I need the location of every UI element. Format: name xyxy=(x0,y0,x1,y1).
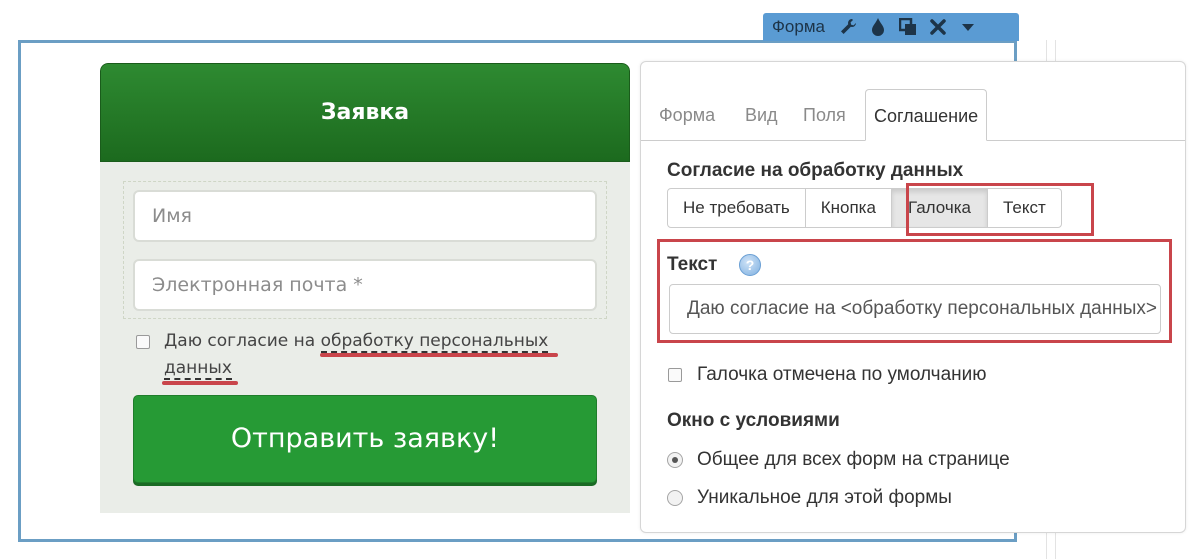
text-label: Текст xyxy=(667,254,718,275)
name-input[interactable]: Имя xyxy=(133,190,597,242)
close-icon[interactable] xyxy=(923,13,953,41)
toolbar-label[interactable]: Форма xyxy=(772,17,825,37)
copy-icon[interactable] xyxy=(893,13,923,41)
tab-agreement[interactable]: Соглашение xyxy=(865,89,988,141)
terms-window-heading: Окно с условиями xyxy=(667,410,840,431)
consent-text-input[interactable]: Даю согласие на <обработку персональных … xyxy=(669,284,1161,334)
form-block: Заявка Имя Электронная почта * Даю согла… xyxy=(100,63,630,513)
default-checked-label: Галочка отмечена по умолчанию xyxy=(697,364,987,385)
help-icon[interactable]: ? xyxy=(739,254,761,276)
email-input[interactable]: Электронная почта * xyxy=(133,259,597,311)
highlight-underline xyxy=(162,381,238,385)
terms-shared-label: Общее для всех форм на странице xyxy=(697,449,1010,470)
terms-unique-label: Уникальное для этой формы xyxy=(697,487,952,508)
tab-fields[interactable]: Поля xyxy=(803,89,846,140)
consent-checkbox[interactable] xyxy=(136,335,150,349)
mode-button-button[interactable]: Кнопка xyxy=(804,188,892,228)
highlight-box xyxy=(906,183,1094,236)
tab-bar: Форма Вид Поля Соглашение xyxy=(641,89,1185,141)
consent-heading: Согласие на обработку данных xyxy=(667,160,964,181)
block-toolbar: Форма xyxy=(763,13,1019,41)
tab-form[interactable]: Форма xyxy=(659,89,715,140)
form-header: Заявка xyxy=(100,63,630,162)
highlight-underline xyxy=(320,353,558,357)
submit-button[interactable]: Отправить заявку! xyxy=(133,395,597,483)
tab-view[interactable]: Вид xyxy=(745,89,778,140)
consent-prefix: Даю согласие на xyxy=(164,331,321,351)
terms-shared-radio[interactable] xyxy=(667,452,683,468)
drop-icon[interactable] xyxy=(863,13,893,41)
caret-down-icon[interactable] xyxy=(953,13,983,41)
settings-panel: Форма Вид Поля Соглашение Согласие на об… xyxy=(640,61,1186,533)
mode-not-required-button[interactable]: Не требовать xyxy=(667,188,806,228)
terms-unique-radio[interactable] xyxy=(667,490,683,506)
wrench-icon[interactable] xyxy=(833,13,863,41)
default-checked-checkbox[interactable] xyxy=(668,368,682,382)
form-title: Заявка xyxy=(320,100,410,125)
